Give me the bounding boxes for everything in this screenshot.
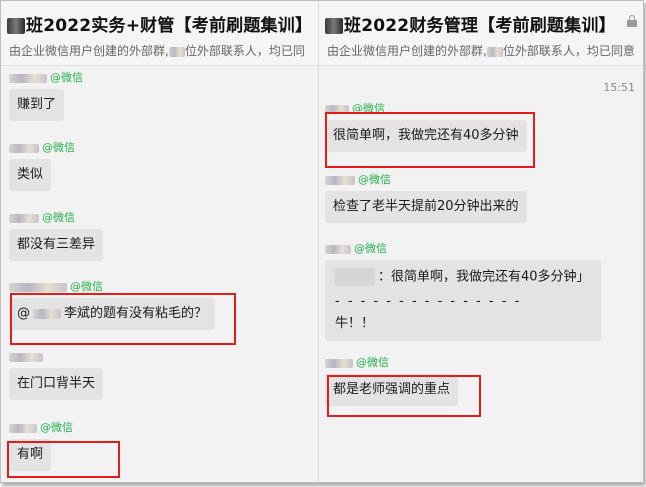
chat-title-right[interactable]: 班2022财务管理【考前刷题集训】 [325, 11, 616, 36]
redacted-sender-name [325, 244, 351, 254]
chat-subtitle-right: 由企业微信用户创建的外部群, 位外部联系人，均已同意 [327, 44, 635, 58]
message-item: 在门口背半天 [9, 350, 104, 400]
message-bubble-quote[interactable]: ：很简单啊，我做完还有40多分钟」 - - - - - - - - - - - … [325, 260, 601, 341]
message-item: @微信 ：很简单啊，我做完还有40多分钟」 - - - - - - - - - … [325, 242, 601, 341]
sender-line: @微信 [9, 280, 215, 294]
lock-icon [627, 15, 637, 27]
redacted-sender-name [9, 143, 39, 153]
chat-header-left: 班2022实务+财管【考前刷题集训】 由企业微信用户创建的外部群, 位外部联系人，… [1, 1, 319, 66]
sender-line: @微信 [9, 211, 103, 225]
redacted-sender-name [9, 73, 47, 83]
redacted-sender-name [9, 213, 39, 223]
highlight-box [7, 441, 120, 478]
redacted-count [168, 46, 185, 57]
message-bubble[interactable]: 赚到了 [9, 89, 65, 121]
chat-title-left[interactable]: 班2022实务+财管【考前刷题集训】 [7, 11, 312, 36]
highlight-box [10, 293, 236, 345]
screenshot-frame: 班2022实务+财管【考前刷题集训】 由企业微信用户创建的外部群, 位外部联系人，… [0, 0, 644, 483]
chat-header-right: 班2022财务管理【考前刷题集训】 由企业微信用户创建的外部群, 位外部联系人，均… [319, 1, 643, 66]
quote-separator: - - - - - - - - - - - - - - - [335, 293, 522, 309]
message-bubble[interactable]: 类似 [9, 159, 52, 191]
message-item: @微信 检查了老半天提前20分钟出来的 [325, 173, 527, 223]
chat-pane-left: 班2022实务+财管【考前刷题集训】 由企业微信用户创建的外部群, 位外部联系人，… [1, 1, 319, 482]
wechat-tag: @微信 [42, 141, 75, 154]
message-item: @微信 类似 [9, 141, 75, 191]
redacted-sender-name [325, 175, 355, 185]
wechat-tag: @微信 [70, 280, 103, 293]
sender-line: @微信 [325, 173, 527, 187]
highlight-box [325, 112, 535, 168]
message-timestamp: 15:51 [603, 81, 635, 94]
redacted-sender-name [9, 352, 43, 362]
sender-line: @微信 [9, 141, 75, 155]
redacted-quoted-sender [335, 268, 375, 286]
wechat-tag: @微信 [354, 242, 387, 255]
reply-text: 牛！！ [335, 315, 375, 331]
sender-line: @微信 [325, 356, 458, 370]
wechat-tag: @微信 [358, 173, 391, 186]
sender-line [9, 350, 103, 364]
message-bubble[interactable]: 在门口背半天 [9, 368, 104, 400]
chat-pane-right: 班2022财务管理【考前刷题集训】 由企业微信用户创建的外部群, 位外部联系人，均… [319, 1, 643, 482]
wechat-tag: @微信 [40, 421, 73, 434]
message-item: @微信 赚到了 [9, 71, 83, 121]
sender-line: @微信 [9, 71, 83, 85]
redacted-avatar [325, 18, 343, 34]
chat-subtitle-left: 由企业微信用户创建的外部群, 位外部联系人，均已同 [9, 44, 305, 58]
redacted-avatar [7, 18, 25, 34]
message-bubble[interactable]: 都没有三差异 [9, 229, 104, 261]
redacted-sender-name [9, 423, 37, 433]
wechat-tag: @微信 [42, 211, 75, 224]
message-item: @微信 都没有三差异 [9, 211, 104, 261]
sender-line: @微信 [9, 421, 73, 435]
wechat-tag: @微信 [50, 71, 83, 84]
sender-line: @微信 [325, 242, 601, 256]
redacted-sender-name [9, 282, 67, 292]
wechat-tag: @微信 [356, 356, 389, 369]
message-bubble[interactable]: 检查了老半天提前20分钟出来的 [325, 191, 527, 223]
redacted-sender-name [325, 358, 353, 368]
highlight-box [327, 375, 481, 417]
quoted-message: ：很简单啊，我做完还有40多分钟」 [335, 268, 591, 287]
redacted-count [486, 46, 503, 57]
